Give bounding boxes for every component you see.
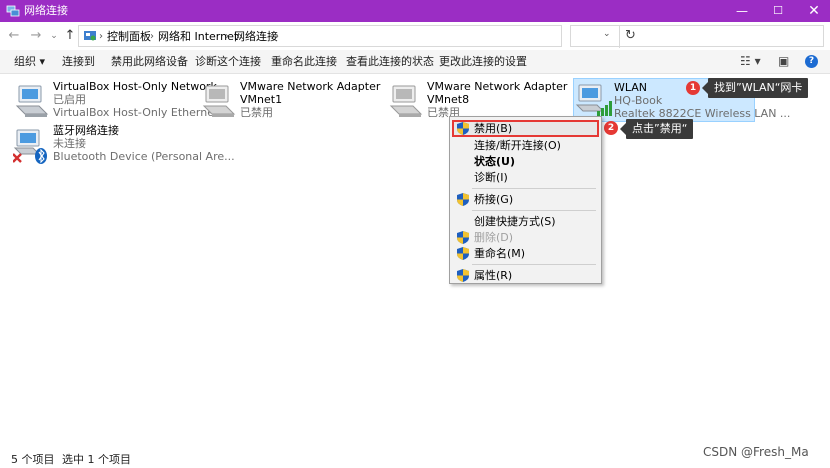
menu-item-label: 删除(D) [474,231,514,244]
breadcrumb-separator: › [150,31,154,42]
uac-shield-icon [457,231,469,244]
context-menu: 禁用(B) 连接/断开连接(O) 状态(U) 诊断(I) 桥接(G) 创建快捷方… [449,116,602,284]
menu-item-label: 状态(U) [474,155,515,168]
disable-device-button[interactable]: 禁用此网络设备 [111,55,188,69]
menu-item-disable[interactable]: 禁用(B) [452,120,599,137]
callout-find-wlan: 找到”WLAN“网卡 [701,78,809,98]
breadcrumb[interactable]: › 控制面板 › 网络和 Internet › 网络连接 › ⌄ ↻ [78,25,636,48]
close-button[interactable]: ✕ [796,0,830,22]
menu-item-status[interactable]: 状态(U) [452,153,599,170]
back-button[interactable]: ← [6,27,22,45]
uac-shield-icon [457,193,469,206]
menu-separator [472,264,596,265]
menu-item-delete[interactable]: 删除(D) [452,229,599,246]
disconnected-x-icon [13,153,22,163]
connection-name-line2: VMnet1 [240,93,283,106]
view-status-button[interactable]: 查看此连接的状态 [346,55,434,69]
connections-list: VirtualBox Host-Only Network 已启用 Virtual… [0,74,830,450]
network-adapter-icon [15,85,49,117]
connection-vmnet1[interactable]: VMware Network Adapter VMnet1 已禁用 [200,80,380,122]
connection-status: 已启用 [53,93,86,106]
connection-name-line2: VMnet8 [427,93,470,106]
preview-pane-button[interactable]: ▣ [778,54,789,68]
uac-shield-icon [457,122,469,135]
connection-device: Bluetooth Device (Personal Are... [53,150,235,163]
breadcrumb-network-connections[interactable]: 网络连接 [234,30,278,43]
menu-item-label: 禁用(B) [474,122,513,135]
menu-item-bridge[interactable]: 桥接(G) [452,191,599,208]
breadcrumb-control-panel[interactable]: 控制面板 [107,30,151,43]
rename-button[interactable]: 重命名此连接 [271,55,337,69]
uac-shield-icon [457,269,469,282]
connection-name: VMware Network Adapter [427,80,568,93]
network-adapter-icon [575,84,612,116]
item-count: 5 个项目 [11,453,55,466]
breadcrumb-separator: › [275,31,279,42]
callout-click-disable: 点击”禁用“ [619,119,694,139]
menu-item-rename[interactable]: 重命名(M) [452,245,599,262]
network-adapter-icon [202,85,236,117]
menu-separator [472,210,596,211]
search-box[interactable] [570,25,824,47]
forward-button[interactable]: → [28,27,44,45]
connection-name: 蓝牙网络连接 [53,124,119,137]
step-badge-2: 2 [604,121,618,135]
diagnose-button[interactable]: 诊断这个连接 [195,55,261,69]
menu-item-label: 连接/断开连接(O) [474,139,561,152]
up-button[interactable]: ↑ [62,27,78,45]
menu-item-label: 桥接(G) [474,193,514,206]
connection-status: HQ-Book [614,94,663,107]
maximize-button[interactable]: ☐ [760,0,796,22]
menu-item-label: 诊断(I) [474,171,508,184]
address-bar: ← → ⌄ ↑ › 控制面板 › 网络和 Internet › 网络连接 › ⌄… [0,22,830,50]
search-input[interactable] [571,26,823,46]
uac-shield-icon [457,247,469,260]
selected-count: 选中 1 个项目 [62,453,131,466]
recent-locations-button[interactable]: ⌄ [46,27,62,45]
step-badge-1: 1 [686,81,700,95]
window-title: 网络连接 [24,4,68,17]
network-adapter-icon [389,85,423,117]
menu-item-create-shortcut[interactable]: 创建快捷方式(S) [452,213,599,230]
network-connections-icon [6,5,20,17]
watermark: CSDN @Fresh_Ma [703,445,809,459]
menu-item-label: 属性(R) [474,269,513,282]
connection-status: 已禁用 [240,106,273,119]
change-settings-button[interactable]: 更改此连接的设置 [439,55,527,69]
menu-separator [472,188,596,189]
connection-virtualbox[interactable]: VirtualBox Host-Only Network 已启用 Virtual… [13,80,232,122]
title-bar: 网络连接 — ☐ ✕ [0,0,830,22]
control-panel-icon [84,31,96,41]
help-icon[interactable]: ? [805,55,818,68]
menu-item-label: 创建快捷方式(S) [474,215,556,228]
network-adapter-icon [13,129,47,164]
menu-item-label: 重命名(M) [474,247,526,260]
connection-name: VirtualBox Host-Only Network [53,80,217,93]
view-options-button[interactable]: ☷ ▾ [740,54,761,68]
connect-to-button[interactable]: 连接到 [62,55,95,69]
menu-item-properties[interactable]: 属性(R) [452,267,599,284]
menu-item-connect-disconnect[interactable]: 连接/断开连接(O) [452,137,599,154]
minimize-button[interactable]: — [724,0,760,22]
menu-item-diagnose[interactable]: 诊断(I) [452,169,599,186]
breadcrumb-separator: › [225,31,229,42]
connection-bluetooth[interactable]: 蓝牙网络连接 未连接 Bluetooth Device (Personal Ar… [13,124,235,166]
command-bar: 组织 ▾ 连接到 禁用此网络设备 诊断这个连接 重命名此连接 查看此连接的状态 … [0,50,830,74]
bluetooth-icon [35,148,47,164]
organize-menu[interactable]: 组织 ▾ [14,55,45,69]
breadcrumb-separator: › [99,31,103,42]
connection-status: 未连接 [53,137,86,150]
connection-name: WLAN [614,81,648,94]
connection-name: VMware Network Adapter [240,80,381,93]
